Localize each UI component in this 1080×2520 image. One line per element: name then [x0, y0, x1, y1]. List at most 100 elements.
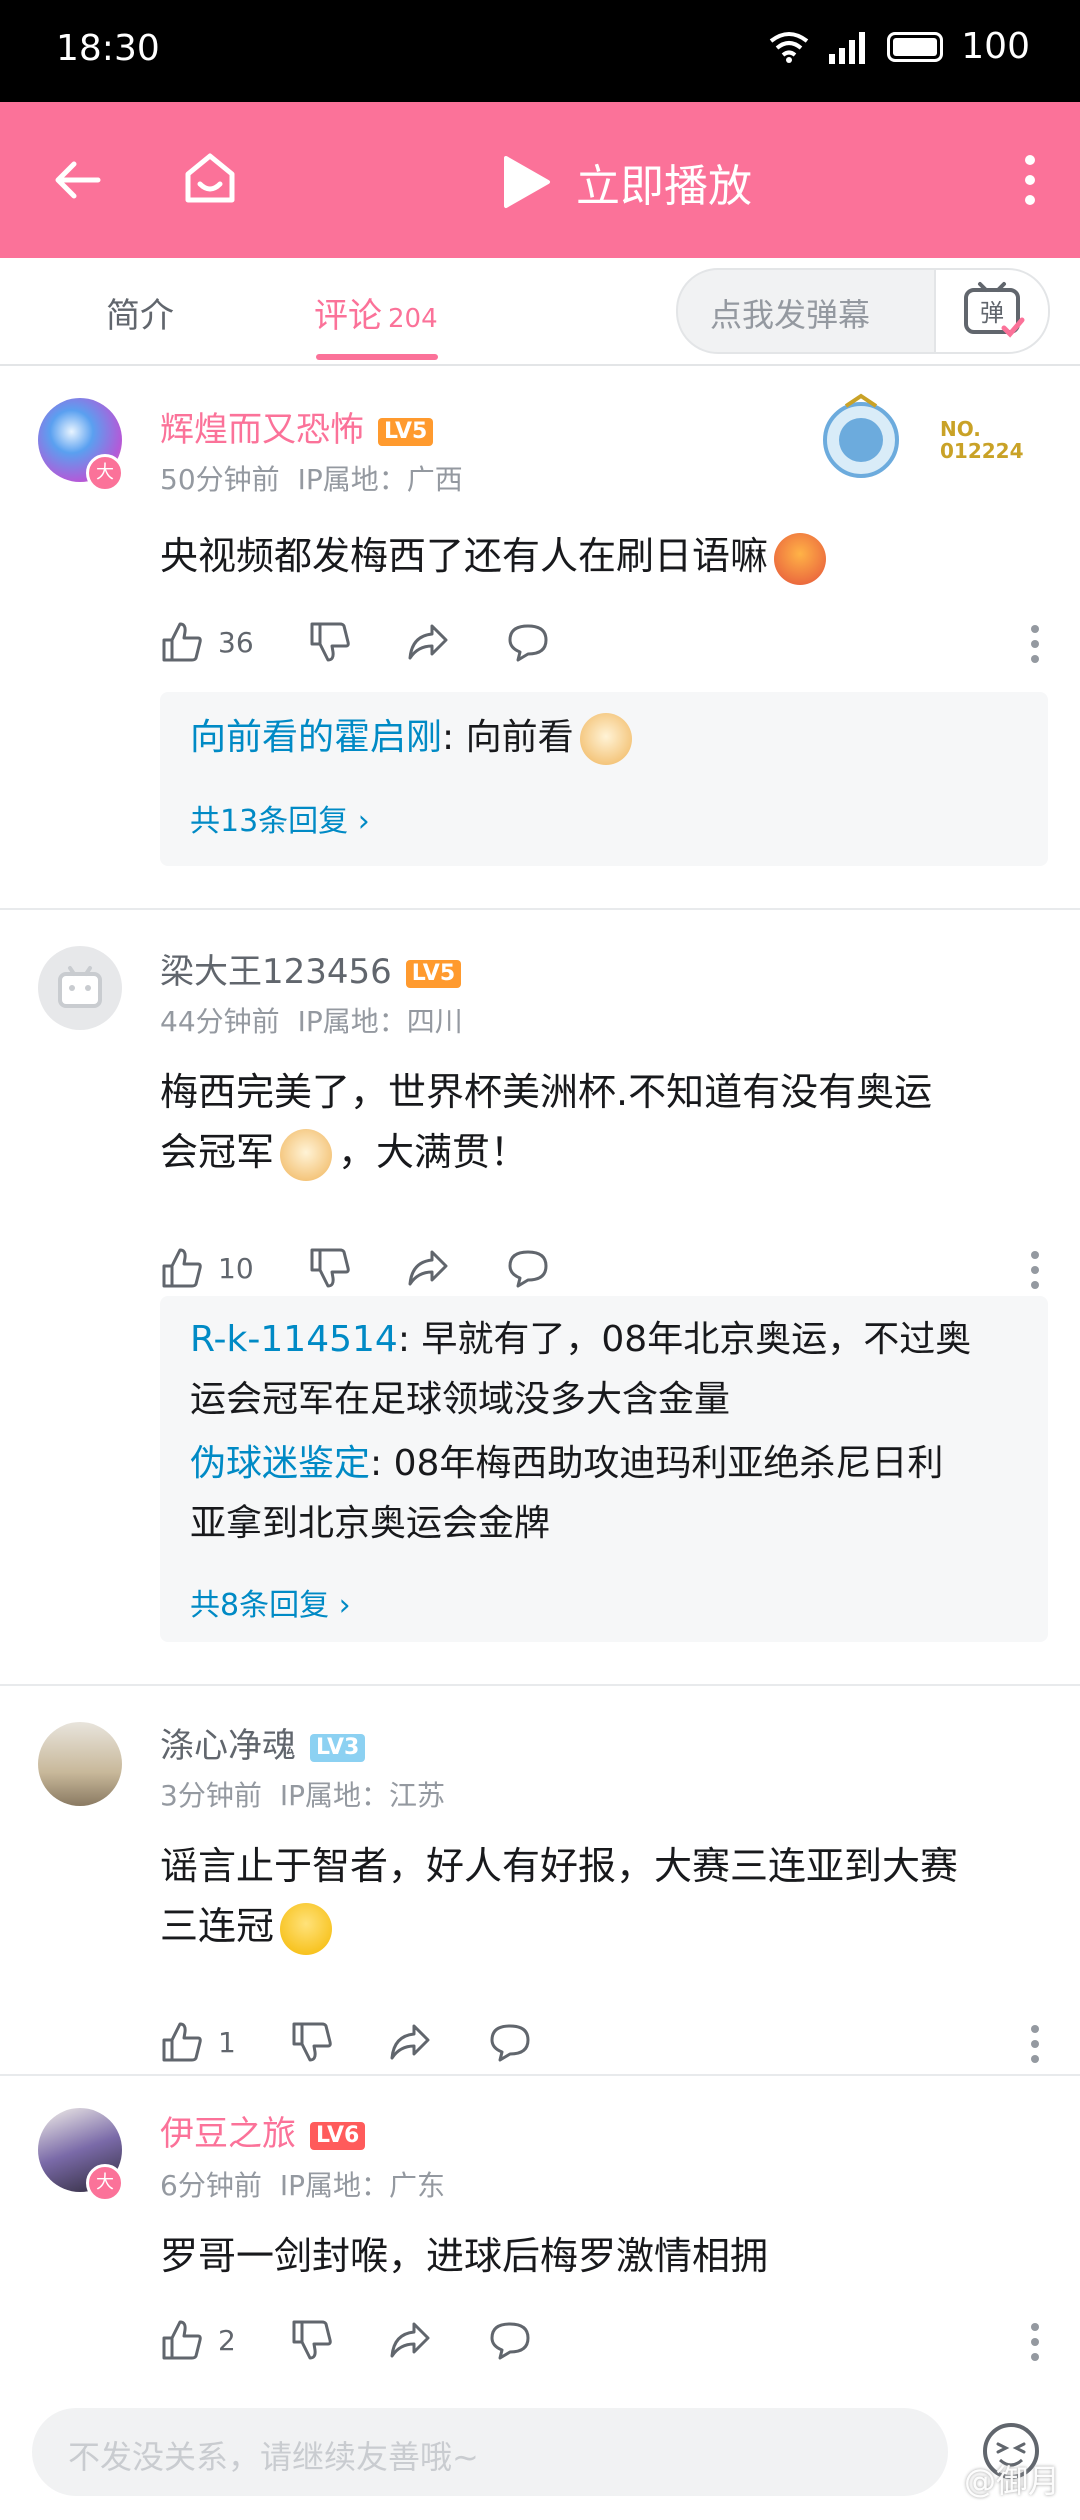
more-options-icon[interactable]	[1020, 152, 1040, 208]
like-button[interactable]: 10	[160, 1246, 254, 1290]
tab-bar: 简介 评论 204 点我发弹幕 弹	[0, 258, 1080, 364]
tab-comments-label: 评论	[314, 296, 382, 336]
status-icons: 100	[769, 26, 1030, 67]
dislike-button[interactable]	[308, 1246, 352, 1290]
tab-comments[interactable]: 评论 204	[314, 288, 438, 337]
back-arrow-icon[interactable]	[48, 150, 108, 210]
share-arrow-icon	[408, 624, 448, 660]
level-badge: LV3	[310, 1733, 366, 1762]
comment-username[interactable]: 辉煌而又恐怖 LV5	[160, 402, 434, 451]
view-more-replies-link[interactable]: 共13条回复 ›	[190, 796, 370, 840]
comment-actions: 1	[160, 2020, 1040, 2070]
comment-more-icon[interactable]	[1030, 2024, 1040, 2064]
comment-ip: IP属地：广东	[279, 2169, 445, 2202]
thumbs-up-icon	[162, 2320, 202, 2360]
play-now-button[interactable]: 立即播放	[500, 150, 752, 214]
comment-text-part: 三连冠	[160, 1904, 275, 1948]
comment-text: 央视频都发梅西了还有人在刷日语嘛	[160, 526, 1040, 586]
level-badge: LV6	[310, 2121, 366, 2150]
reply-line: 向前看的霍启刚: 向前看	[190, 708, 1020, 768]
comment-more-icon[interactable]	[1030, 624, 1040, 664]
share-button[interactable]	[406, 1246, 450, 1290]
danmu-input[interactable]: 点我发弹幕 弹	[676, 268, 1050, 354]
reply-button[interactable]	[506, 620, 550, 664]
fan-club-badge-icon	[823, 393, 899, 478]
share-button[interactable]	[388, 2020, 432, 2064]
comment-text-part: ，大满贯！	[338, 1130, 529, 1174]
comment-text: 谣言止于智者，好人有好报，大赛三连亚到大赛 三连冠	[160, 1836, 1040, 1956]
comment-item: 梁大王123456 LV5 44分钟前 IP属地：四川 梅西完美了，世界杯美洲杯.不…	[0, 910, 1080, 1684]
dislike-button[interactable]	[308, 620, 352, 664]
status-time: 18:30	[56, 28, 160, 69]
comment-text-line: 梅西完美了，世界杯美洲杯.不知道有没有奥运	[160, 1070, 933, 1114]
comment-more-icon[interactable]	[1030, 1250, 1040, 1290]
reply-button[interactable]	[506, 1246, 550, 1290]
tab-intro[interactable]: 简介	[106, 288, 174, 337]
comment-time: 44分钟前	[160, 1005, 280, 1038]
thumbs-up-icon	[162, 2022, 202, 2062]
reply-text: : 早就有了，08年北京奥运，不过奥	[397, 1319, 972, 1360]
doge-emoji-icon	[579, 713, 632, 765]
comment-text-part: 会冠军	[160, 1130, 275, 1174]
home-icon[interactable]	[180, 148, 240, 208]
reply-button[interactable]	[488, 2318, 532, 2362]
comment-input[interactable]: 不发没关系，请继续友善哦~	[32, 2408, 948, 2496]
comment-time: 6分钟前	[160, 2169, 262, 2202]
like-button[interactable]: 1	[160, 2020, 236, 2064]
username-text: 伊豆之旅	[160, 2114, 296, 2154]
danmu-btn-text: 弹	[980, 299, 1004, 327]
thumbs-down-icon	[292, 2022, 332, 2062]
comment-text-line: 三连冠	[160, 1896, 1040, 1956]
comment-actions: 36	[160, 620, 1040, 670]
comment-text: 梅西完美了，世界杯美洲杯.不知道有没有奥运 会冠军 ，大满贯！	[160, 1062, 1040, 1182]
comment-input-placeholder: 不发没关系，请继续友善哦~	[68, 2438, 479, 2476]
comment-ip: IP属地：广西	[297, 463, 463, 496]
thumbs-down-icon	[310, 1248, 350, 1288]
danmu-icon: 弹	[964, 282, 1025, 338]
comment-meta: 3分钟前 IP属地：江苏	[160, 1774, 463, 1814]
angry-emoji-icon	[774, 532, 827, 585]
like-count: 1	[218, 2025, 236, 2059]
like-button[interactable]: 2	[160, 2318, 236, 2362]
share-button[interactable]	[406, 620, 450, 664]
view-more-replies-link[interactable]: 共8条回复 ›	[190, 1580, 351, 1624]
play-icon	[504, 156, 550, 208]
comment-item: 涤心净魂 LV3 3分钟前 IP属地：江苏 谣言止于智者，好人有好报，大赛三连亚到大…	[0, 1686, 1080, 2074]
battery-icon	[887, 31, 944, 62]
reply-line: 伪球迷鉴定: 08年梅西助攻迪玛利亚绝杀尼日利	[190, 1434, 1020, 1494]
battery-level: 100	[961, 26, 1030, 67]
comment-more-icon[interactable]	[1030, 2322, 1040, 2362]
doge-emoji-icon	[280, 1128, 333, 1181]
play-now-label: 立即播放	[576, 161, 752, 212]
comment-username[interactable]: 涤心净魂 LV3	[160, 1718, 366, 1767]
danmu-toggle-button[interactable]: 弹	[934, 270, 1048, 352]
comment-username[interactable]: 伊豆之旅 LV6	[160, 2106, 366, 2155]
bottom-comment-bar: 不发没关系，请继续友善哦~	[0, 2384, 1080, 2520]
share-button[interactable]	[388, 2318, 432, 2362]
comment-bubble-icon	[490, 2322, 530, 2360]
reply-preview-box[interactable]: R-k-114514: 早就有了，08年北京奥运，不过奥 运会冠军在足球领域没多…	[160, 1296, 1048, 1642]
level-badge: LV5	[405, 959, 462, 988]
dislike-button[interactable]	[290, 2020, 334, 2064]
top-nav-bar: 立即播放	[0, 102, 1080, 258]
reply-button[interactable]	[488, 2020, 532, 2064]
dislike-button[interactable]	[290, 2318, 334, 2362]
username-text: 辉煌而又恐怖	[160, 410, 364, 450]
comment-username[interactable]: 梁大王123456 LV5	[160, 944, 462, 993]
reply-preview-box[interactable]: 向前看的霍启刚: 向前看 共13条回复 ›	[160, 692, 1048, 866]
comment-text-line: 会冠军 ，大满贯！	[160, 1122, 1040, 1182]
comment-time: 3分钟前	[160, 1779, 262, 1812]
like-button[interactable]: 36	[160, 620, 254, 664]
reply-username[interactable]: R-k-114514	[190, 1319, 398, 1360]
avatar[interactable]	[38, 946, 122, 1030]
comment-actions: 10	[160, 1246, 1040, 1296]
share-arrow-icon	[390, 2024, 430, 2060]
like-count: 10	[218, 1251, 254, 1285]
watermark: @御月	[963, 2462, 1060, 2500]
reply-username[interactable]: 伪球迷鉴定	[190, 1443, 370, 1484]
comment-text-line: 谣言止于智者，好人有好报，大赛三连亚到大赛	[160, 1844, 959, 1888]
danmu-placeholder: 点我发弹幕	[710, 296, 871, 334]
avatar[interactable]	[38, 1722, 122, 1806]
thumbs-down-icon	[310, 622, 350, 662]
reply-username[interactable]: 向前看的霍启刚	[190, 717, 442, 758]
